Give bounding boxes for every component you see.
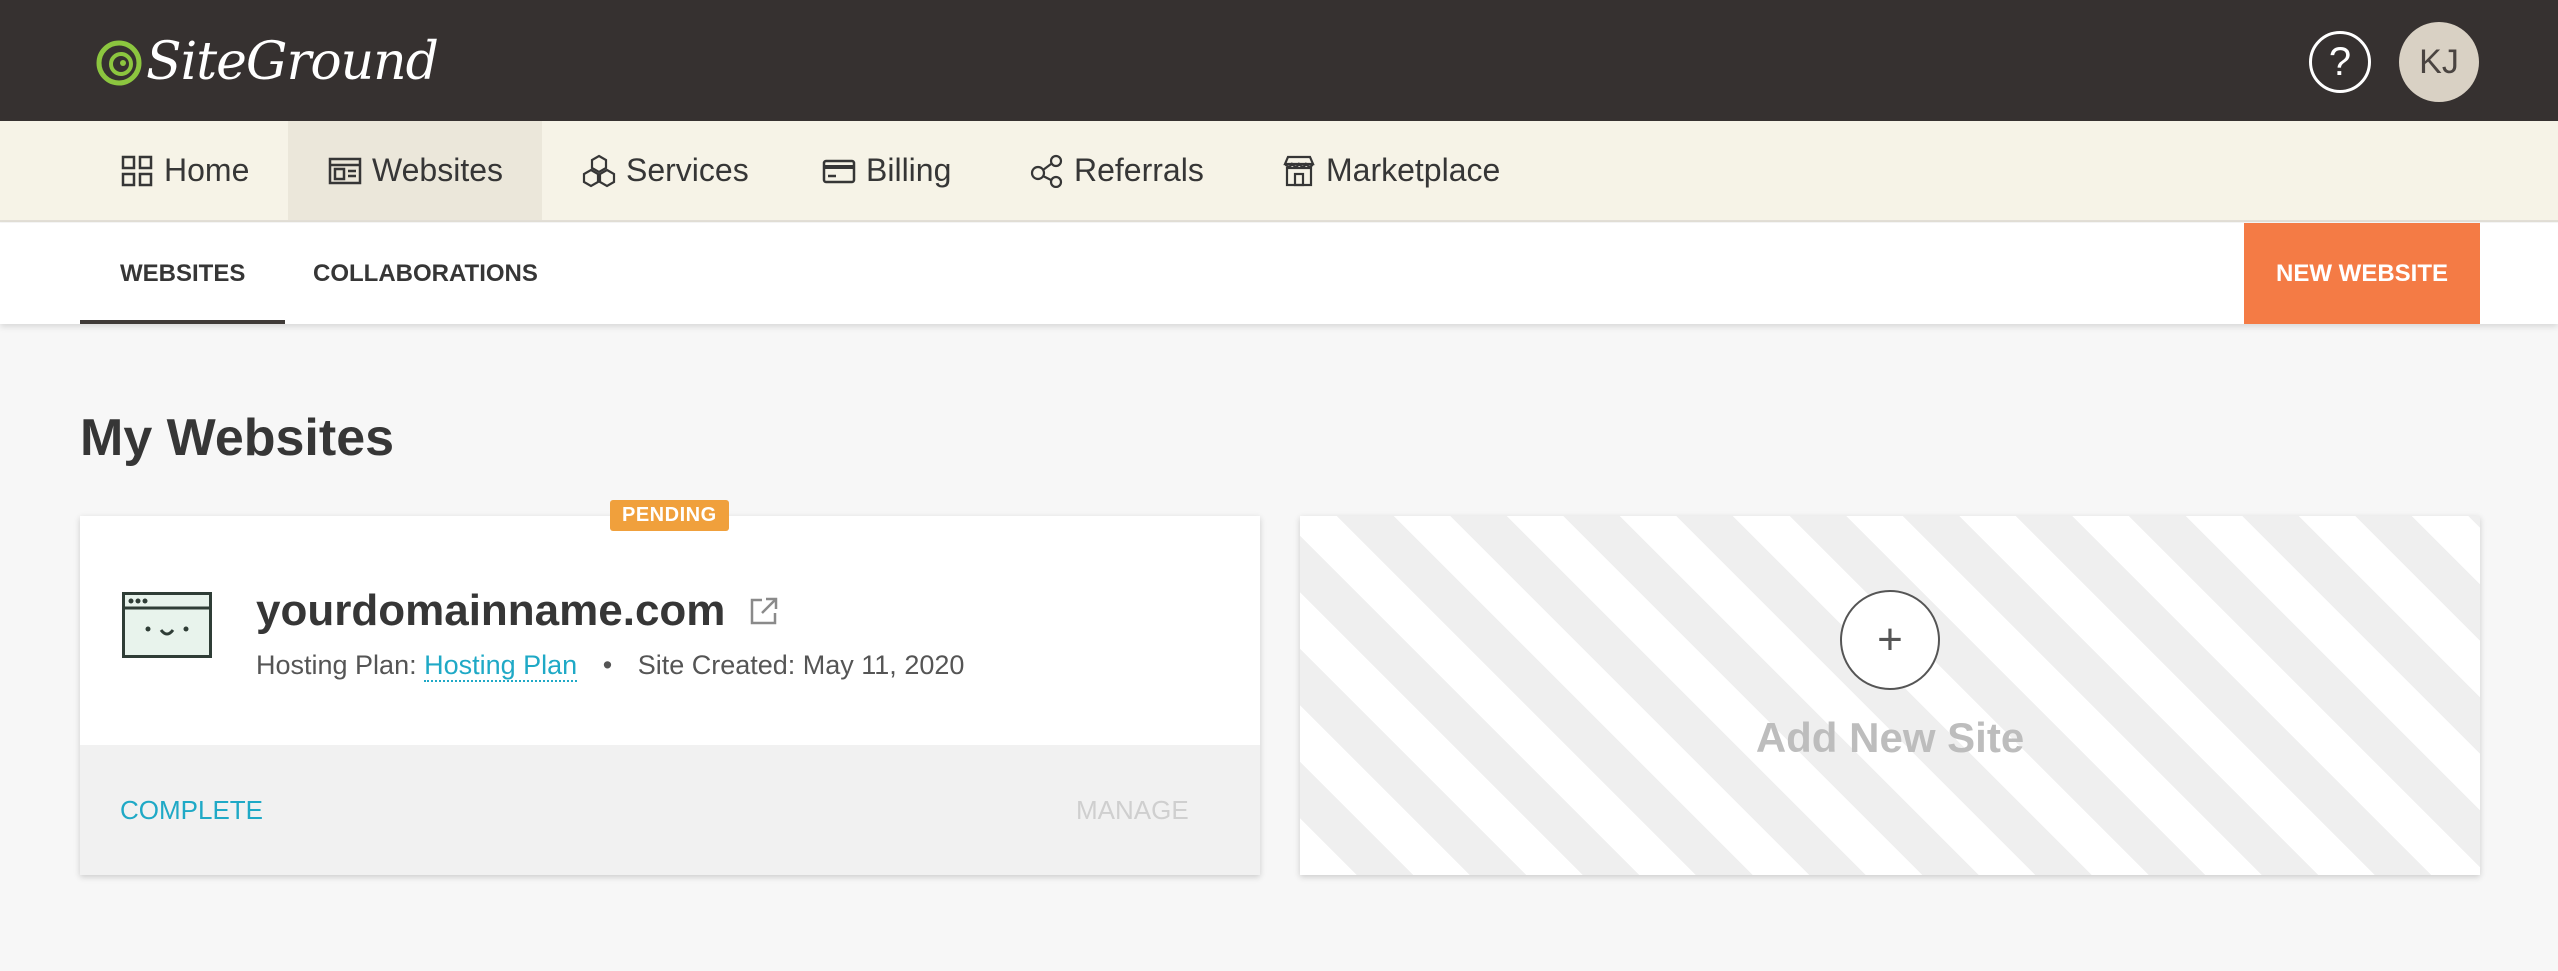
website-icon — [122, 592, 212, 658]
share-icon — [1030, 154, 1064, 188]
logo-swirl-icon — [96, 33, 142, 91]
user-avatar[interactable]: KJ — [2399, 22, 2479, 102]
domain-name: yourdomainname.com — [256, 586, 726, 635]
nav-label: Marketplace — [1326, 152, 1501, 188]
main-nav: Home Websites Services Billing Referrals… — [0, 121, 2558, 222]
nav-item-billing[interactable]: Billing — [782, 121, 991, 220]
cubes-icon — [582, 154, 616, 188]
nav-item-home[interactable]: Home — [80, 121, 289, 220]
storefront-icon — [1282, 154, 1316, 188]
external-link-icon[interactable] — [749, 596, 779, 626]
nav-label: Billing — [866, 152, 952, 188]
nav-item-marketplace[interactable]: Marketplace — [1242, 121, 1540, 220]
nav-label: Referrals — [1074, 152, 1204, 188]
site-domain[interactable]: yourdomainname.com — [256, 586, 779, 636]
sub-tabs: WEBSITES COLLABORATIONS NEW WEBSITE — [0, 223, 2558, 324]
website-card: PENDING yourdomainname.com Hosting Plan:… — [80, 500, 1260, 875]
top-bar: SiteGround ? KJ — [0, 0, 2558, 121]
tab-websites[interactable]: WEBSITES — [79, 223, 286, 324]
site-meta: Hosting Plan: Hosting Plan • Site Create… — [256, 650, 965, 682]
separator-dot: • — [602, 650, 613, 680]
logo-text: SiteGround — [146, 32, 439, 92]
grid-icon — [120, 154, 154, 188]
siteground-logo[interactable]: SiteGround — [96, 28, 439, 96]
new-website-button[interactable]: NEW WEBSITE — [2244, 223, 2480, 324]
complete-button[interactable]: COMPLETE — [120, 795, 263, 826]
status-badge: PENDING — [610, 500, 729, 531]
add-new-site-label: Add New Site — [1755, 714, 2025, 761]
help-button[interactable]: ? — [2309, 31, 2371, 93]
nav-label: Services — [626, 152, 749, 188]
nav-item-referrals[interactable]: Referrals — [990, 121, 1244, 220]
browser-window-icon — [328, 154, 362, 188]
page-title: My Websites — [80, 409, 395, 467]
add-new-site-card[interactable]: + Add New Site — [1300, 516, 2480, 875]
site-created: Site Created: May 11, 2020 — [637, 650, 965, 680]
hosting-plan-link[interactable]: Hosting Plan — [424, 650, 578, 682]
nav-item-services[interactable]: Services — [542, 121, 789, 220]
tab-collaborations[interactable]: COLLABORATIONS — [313, 223, 538, 324]
plus-icon[interactable]: + — [1840, 590, 1940, 690]
card-footer: COMPLETE MANAGE — [80, 745, 1260, 875]
manage-button[interactable]: MANAGE — [1076, 795, 1189, 826]
credit-card-icon — [822, 154, 856, 188]
nav-label: Home — [164, 152, 250, 188]
hosting-plan-prefix: Hosting Plan: — [256, 650, 417, 680]
nav-item-websites[interactable]: Websites — [288, 121, 542, 220]
question-icon: ? — [2328, 39, 2352, 84]
avatar-initials: KJ — [2419, 42, 2459, 81]
nav-label: Websites — [372, 152, 504, 188]
